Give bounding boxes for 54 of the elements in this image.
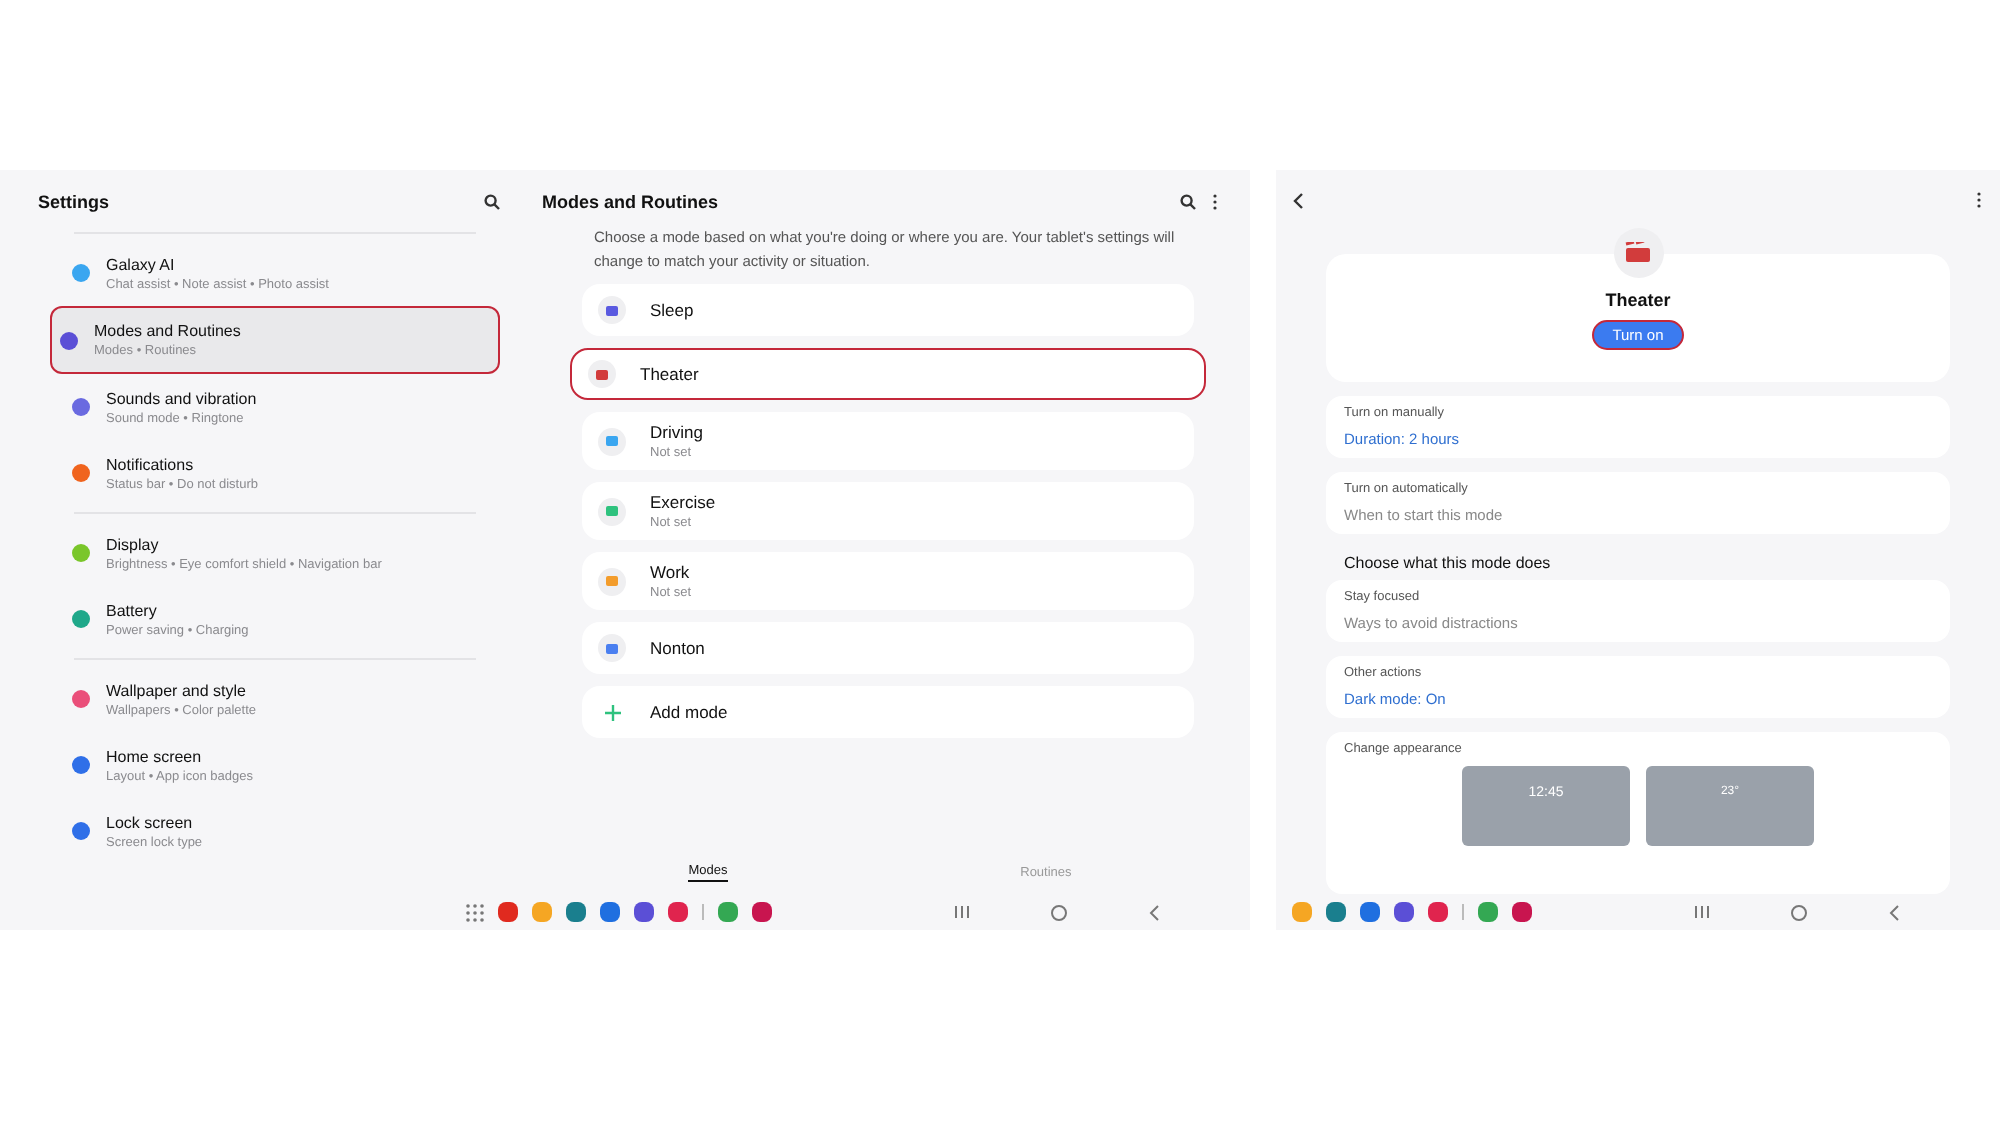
item-title: Wallpaper and style [106, 681, 248, 699]
item-title: Battery [106, 601, 159, 619]
mode-title: Add mode [650, 702, 728, 722]
item-title: Lock screen [106, 813, 195, 831]
mode-icon [598, 427, 626, 455]
mode-item[interactable]: Theater [570, 348, 1206, 400]
recents-icon[interactable] [1694, 904, 1710, 920]
app-icon[interactable] [752, 902, 772, 922]
search-icon[interactable] [484, 194, 500, 210]
add-mode-item[interactable]: Add mode [582, 686, 1194, 738]
mode-item[interactable]: Sleep [582, 284, 1194, 336]
mode-title: Theater [640, 364, 699, 384]
section-heading: Choose what this mode does [1344, 554, 1553, 572]
mode-icon [598, 567, 626, 595]
settings-title: Settings [38, 192, 110, 212]
mode-icon [598, 634, 626, 662]
back-icon[interactable] [1292, 192, 1304, 210]
mode-icon [588, 360, 616, 388]
app-icon[interactable] [1478, 902, 1498, 922]
page-title: Modes and Routines [542, 192, 719, 212]
app-icon[interactable] [1428, 902, 1448, 922]
mode-title: Theater [1605, 290, 1671, 310]
app-icon[interactable] [1512, 902, 1532, 922]
app-icon[interactable] [1394, 902, 1414, 922]
app-icon[interactable] [566, 902, 586, 922]
item-title: Notifications [106, 455, 196, 473]
app-icon[interactable] [634, 902, 654, 922]
app-icon[interactable] [600, 902, 620, 922]
recents-icon[interactable] [954, 904, 970, 920]
more-options-icon[interactable] [1976, 192, 1982, 208]
home-icon[interactable] [1050, 903, 1068, 921]
app-icon[interactable] [1360, 902, 1380, 922]
item-title: Modes and Routines [94, 322, 241, 340]
app-icon[interactable] [718, 902, 738, 922]
app-icon[interactable] [498, 902, 518, 922]
mode-icon [598, 497, 626, 525]
clapperboard-icon [1613, 228, 1663, 278]
mode-title: Sleep [650, 300, 694, 320]
search-icon[interactable] [1180, 194, 1196, 210]
mode-item[interactable]: Nonton [582, 622, 1194, 674]
mode-title: Nonton [650, 638, 705, 658]
app-icon[interactable] [1326, 902, 1346, 922]
item-title: Galaxy AI [106, 255, 177, 273]
item-title: Sounds and vibration [106, 389, 257, 407]
mode-title: Driving [650, 422, 703, 442]
app-icon[interactable] [668, 902, 688, 922]
app-drawer-icon[interactable] [466, 903, 484, 921]
mode-icon [598, 296, 626, 324]
mode-title: Exercise [650, 492, 716, 512]
more-options-icon[interactable] [1212, 194, 1218, 210]
item-title: Display [106, 535, 161, 553]
home-icon[interactable] [1790, 903, 1808, 921]
item-title: Home screen [106, 747, 204, 765]
mode-title: Work [650, 562, 692, 582]
